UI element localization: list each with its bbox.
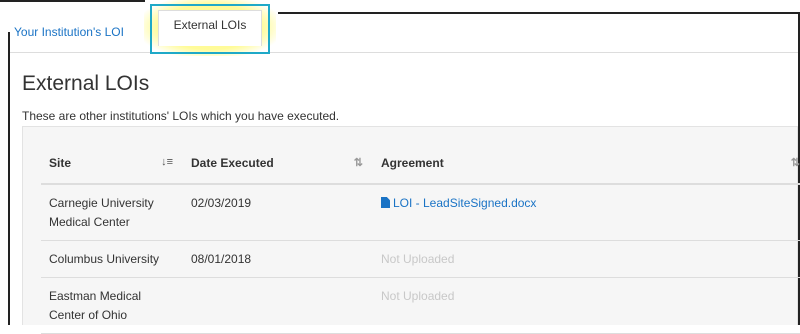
window-edge-top-left — [0, 0, 145, 2]
lois-panel: Site ↓≡ Date Executed ⇅ Agreement ⇅ Carn… — [22, 126, 800, 334]
table-row: Columbus University 08/01/2018 Not Uploa… — [41, 240, 800, 278]
agreement-file-link[interactable]: LOI - LeadSiteSigned.docx — [381, 196, 536, 210]
cell-agreement-not-uploaded: Not Uploaded — [373, 240, 800, 278]
cell-date: 08/01/2018 — [183, 240, 373, 278]
header-site[interactable]: Site ↓≡ — [41, 143, 183, 185]
sort-arrows-icon[interactable]: ⇅ — [354, 156, 363, 169]
header-date-executed[interactable]: Date Executed ⇅ — [183, 143, 373, 185]
page-title: External LOIs — [22, 72, 150, 95]
sort-amount-icon[interactable]: ↓≡ — [161, 156, 173, 168]
header-site-label: Site — [49, 156, 72, 170]
tab-focus-outline — [150, 4, 270, 54]
table-row: Eastman Medical Center of Ohio Not Uploa… — [41, 277, 800, 334]
header-agreement-label: Agreement — [381, 156, 444, 170]
window-edge-left — [8, 32, 10, 325]
external-lois-table: Site ↓≡ Date Executed ⇅ Agreement ⇅ Carn… — [41, 143, 800, 334]
sort-arrows-icon[interactable]: ⇅ — [791, 156, 800, 169]
table-header-row: Site ↓≡ Date Executed ⇅ Agreement ⇅ — [41, 143, 800, 185]
cell-site: Columbus University — [41, 240, 183, 278]
page-subtitle: These are other institutions' LOIs which… — [22, 109, 340, 123]
tab-your-institution-loi[interactable]: Your Institution's LOI — [14, 25, 124, 39]
cell-site: Carnegie University Medical Center — [41, 184, 183, 241]
cell-date — [183, 277, 373, 334]
cell-agreement: LOI - LeadSiteSigned.docx — [373, 184, 800, 241]
table-row: Carnegie University Medical Center 02/03… — [41, 184, 800, 241]
cell-agreement-not-uploaded: Not Uploaded — [373, 277, 800, 334]
tab-bar: Your Institution's LOI — [10, 14, 798, 53]
header-agreement[interactable]: Agreement ⇅ — [373, 143, 800, 185]
cell-date: 02/03/2019 — [183, 184, 373, 241]
header-date-label: Date Executed — [191, 156, 274, 170]
agreement-file-name: LOI - LeadSiteSigned.docx — [393, 196, 537, 210]
file-icon — [381, 197, 390, 208]
cell-site: Eastman Medical Center of Ohio — [41, 277, 183, 334]
